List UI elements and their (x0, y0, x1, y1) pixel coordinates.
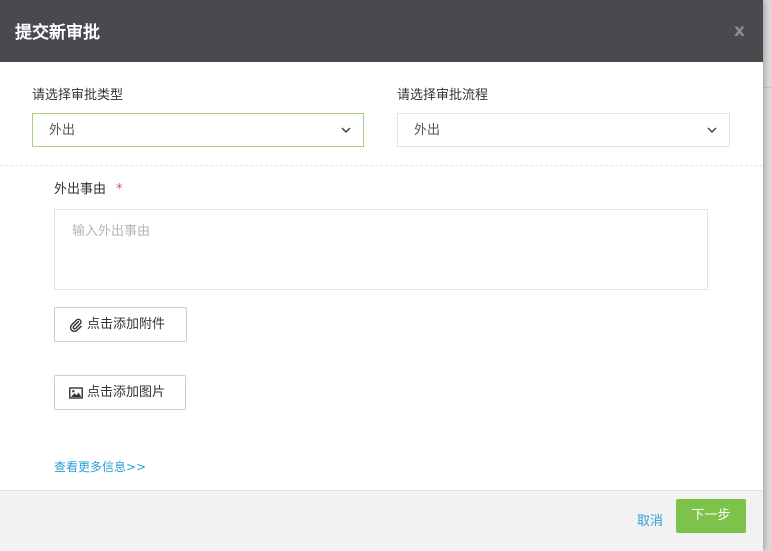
approval-type-select[interactable]: 外出 (32, 113, 364, 147)
cancel-button[interactable]: 取消 (637, 513, 663, 531)
approval-flow-select[interactable]: 外出 (397, 113, 730, 147)
next-step-button[interactable]: 下一步 (676, 499, 746, 533)
chevron-down-icon (707, 127, 717, 134)
approval-type-label: 请选择审批类型 (32, 88, 124, 103)
background-page-edge (763, 0, 771, 551)
add-attachment-label: 点击添加附件 (87, 317, 166, 332)
close-button[interactable]: x (734, 20, 745, 42)
required-mark: * (116, 182, 123, 197)
dialog-title: 提交新审批 (15, 23, 100, 43)
add-image-label: 点击添加图片 (87, 385, 166, 400)
image-icon (69, 387, 83, 399)
chevron-down-icon (341, 127, 351, 134)
section-divider (0, 165, 763, 166)
outing-reason-label: 外出事由 (54, 182, 107, 197)
approval-flow-label: 请选择审批流程 (397, 88, 489, 103)
submit-approval-dialog: 提交新审批 x 请选择审批类型 外出 请选择审批流程 外出 外出事由 * 输入外… (0, 0, 763, 551)
outing-reason-placeholder: 输入外出事由 (72, 224, 151, 239)
next-step-label: 下一步 (691, 508, 731, 523)
background-divider (763, 87, 771, 88)
approval-flow-value: 外出 (414, 123, 441, 138)
view-more-info-link[interactable]: 查看更多信息>> (54, 459, 146, 475)
approval-type-value: 外出 (49, 123, 76, 138)
paperclip-icon (69, 318, 82, 332)
add-image-button[interactable]: 点击添加图片 (54, 375, 186, 410)
add-attachment-button[interactable]: 点击添加附件 (54, 307, 187, 342)
outing-reason-textarea[interactable]: 输入外出事由 (54, 209, 708, 290)
dialog-header: 提交新审批 x (0, 0, 763, 62)
dialog-footer: 取消 下一步 (0, 490, 763, 551)
